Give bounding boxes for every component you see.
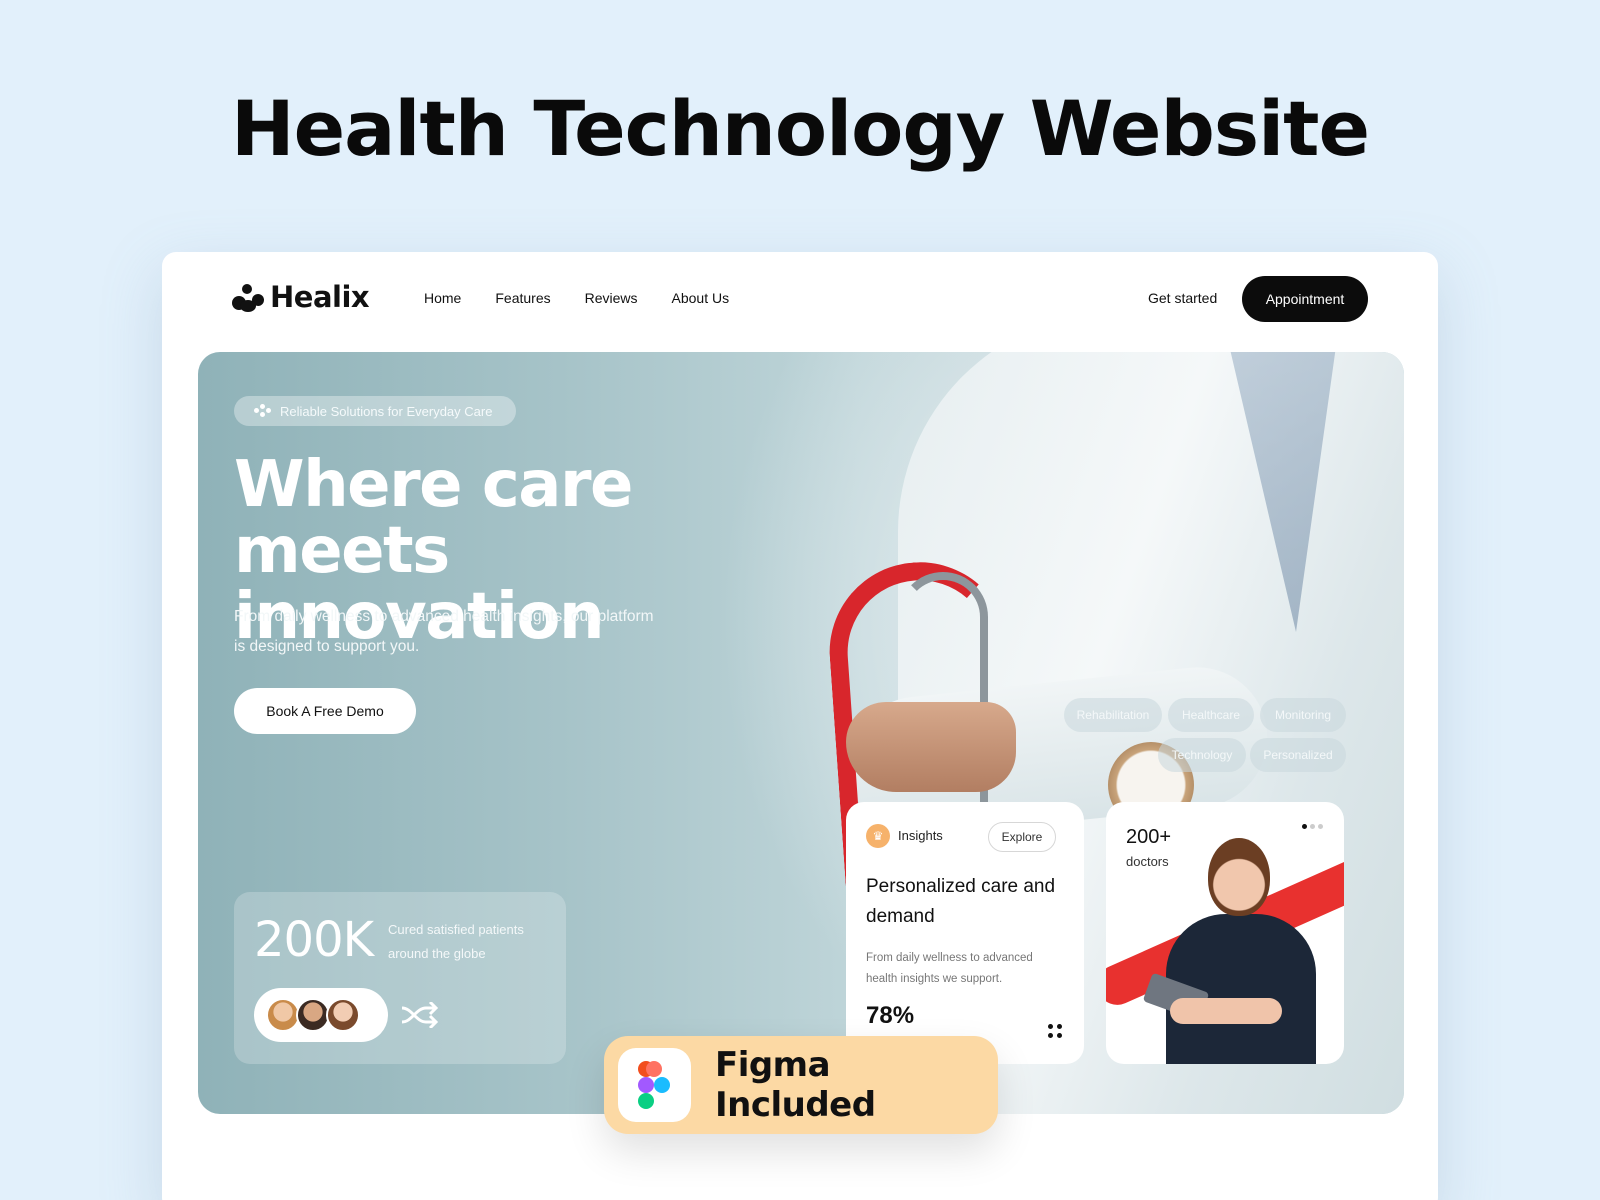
nav-features[interactable]: Features <box>495 290 550 306</box>
doctors-label: doctors <box>1126 854 1169 869</box>
carousel-dots[interactable] <box>1302 824 1323 829</box>
figma-icon <box>618 1048 691 1122</box>
tag-rehabilitation[interactable]: Rehabilitation <box>1064 698 1162 732</box>
swap-arrows-icon[interactable] <box>400 1002 440 1028</box>
insights-card: ♛ Insights Explore Personalized care and… <box>846 802 1084 1064</box>
tagline-pill: Reliable Solutions for Everyday Care <box>234 396 517 426</box>
page-heading: Health Technology Website <box>230 84 1370 173</box>
avatar <box>266 998 300 1032</box>
stat-description: Cured satisfied patients around the glob… <box>388 922 524 961</box>
grid-dots-icon[interactable] <box>1048 1024 1062 1038</box>
avatar-group[interactable] <box>254 988 388 1042</box>
hero-title-line1: Where care <box>234 448 633 522</box>
book-demo-button[interactable]: Book A Free Demo <box>234 688 416 734</box>
doctors-count: 200+ <box>1126 826 1172 848</box>
doctors-card: 200+ doctors <box>1106 802 1344 1064</box>
molecule-icon <box>232 280 264 314</box>
dots-icon <box>254 404 272 418</box>
insights-percent: 78% <box>866 1002 915 1024</box>
avatar <box>296 998 330 1032</box>
insights-label: Insights <box>898 828 943 843</box>
insights-text: From daily wellness to advanced health i… <box>866 952 1033 985</box>
brand-name: Healix <box>270 280 370 314</box>
hero-section: Reliable Solutions for Everyday Care Whe… <box>198 352 1404 1114</box>
main-nav: Home Features Reviews About Us <box>424 290 729 306</box>
insights-title: Personalized care and demand <box>866 876 1056 927</box>
figma-included-badge: Figma Included <box>604 1036 998 1134</box>
figma-badge-text: Figma Included <box>714 1045 876 1125</box>
tag-monitoring[interactable]: Monitoring <box>1260 698 1346 732</box>
crown-icon: ♛ <box>866 824 890 848</box>
tag-healthcare[interactable]: Healthcare <box>1168 698 1254 732</box>
get-started-link[interactable]: Get started <box>1148 290 1217 306</box>
tag-personalized[interactable]: Personalized <box>1250 738 1346 772</box>
explore-button[interactable]: Explore <box>988 822 1056 852</box>
nav-about-us[interactable]: About Us <box>672 290 730 306</box>
nav-home[interactable]: Home <box>424 290 461 306</box>
tag-technology[interactable]: Technology <box>1158 738 1246 772</box>
nav-reviews[interactable]: Reviews <box>585 290 638 306</box>
stats-card: 200K Cured satisfied patients around the… <box>234 892 566 1064</box>
appointment-button[interactable]: Appointment <box>1242 276 1368 322</box>
tagline-text: Reliable Solutions for Everyday Care <box>280 403 493 419</box>
brand-logo[interactable]: Healix <box>232 280 370 314</box>
hero-subtitle: From daily wellness to advanced health i… <box>234 608 654 655</box>
avatar <box>326 998 360 1032</box>
stat-value: 200K <box>254 912 374 968</box>
